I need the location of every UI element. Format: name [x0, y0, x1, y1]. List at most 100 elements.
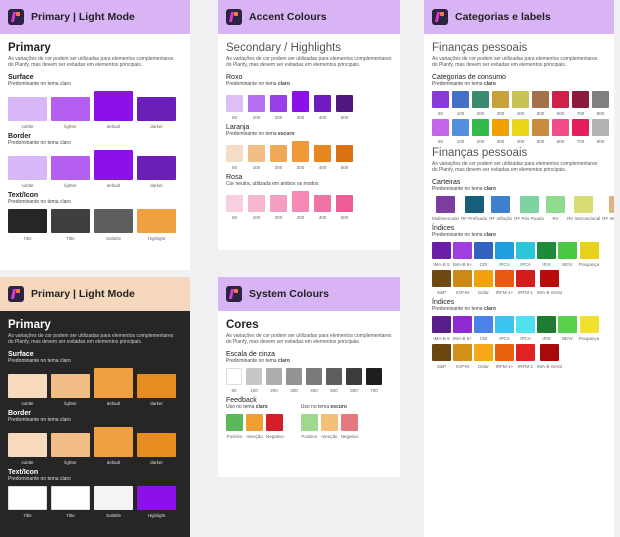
swatch-label: IMA-B 5	[433, 336, 450, 341]
color-swatch: default	[94, 150, 133, 188]
swatch-chip	[453, 316, 472, 333]
swatch-chip	[558, 316, 577, 333]
swatch-label: 400	[516, 111, 525, 116]
planfy-logo-icon	[8, 286, 24, 302]
board-title: Categorias e labels	[455, 11, 551, 23]
group-subtitle: Predominante no tema claro	[8, 476, 71, 482]
color-swatch: darker	[137, 374, 176, 406]
swatch-chip	[94, 486, 133, 510]
swatch-chip	[51, 374, 90, 398]
swatch-chip	[341, 414, 359, 431]
swatch-chip	[248, 145, 265, 162]
swatch-chip	[226, 195, 243, 212]
swatch-label: Poupança	[579, 262, 600, 267]
color-swatch: 400	[314, 195, 331, 220]
color-swatch: 100	[248, 145, 265, 170]
group-title: Feedback	[226, 397, 257, 404]
swatch-label: 300	[296, 165, 305, 170]
swatch-chip	[579, 316, 599, 333]
swatch-label: IFIX	[542, 262, 551, 267]
swatch-label: 400	[318, 115, 327, 120]
swatch-label: 600	[556, 111, 565, 116]
swatch-label: 50	[231, 388, 237, 393]
swatch-label: Atenção	[246, 434, 263, 439]
swatch-groups: Surface Predominante no tema claro subtle l…	[8, 74, 182, 241]
swatch-label: 200	[270, 388, 278, 393]
swatch-label: IPCA	[499, 262, 510, 267]
subtitle-emphasis: claro	[483, 186, 496, 192]
swatch-chip	[472, 91, 489, 108]
swatch-label: Title	[23, 513, 32, 518]
color-swatch: 700	[572, 119, 589, 144]
color-swatch: 50	[226, 145, 243, 170]
group-title: Roxo	[226, 74, 243, 81]
swatch-row: Multimercado RF Prefixado RF Inflação RF Pó…	[432, 196, 614, 221]
swatch-row: IMA-B 5 IMA-B 5+ CDI IPCA IPCA IFIX IBOV Poupan…	[432, 316, 606, 341]
swatch-chip	[453, 270, 472, 287]
section-heading: Secondary / Highlights	[226, 42, 342, 54]
swatch-chip	[436, 196, 455, 213]
color-swatch: IMA-B 5+	[453, 242, 472, 267]
swatch-label: Title	[66, 236, 75, 241]
swatch-chip	[94, 209, 133, 233]
swatch-label: S&P	[436, 364, 446, 369]
swatch-chip	[432, 91, 449, 108]
section-description: As variações de cor podem ser utilizadas…	[8, 333, 174, 345]
color-swatch: S&P	[432, 344, 451, 369]
color-swatch: Atenção	[320, 414, 338, 439]
swatch-label: IBOV	[562, 262, 573, 267]
board-primary-light: Primary | Light Mode Primary As variaçõe…	[0, 0, 190, 270]
swatch-label: subtle	[21, 401, 34, 406]
group-title: Laranja	[226, 124, 250, 131]
swatch-label: 100	[252, 215, 261, 220]
swatch-chip	[495, 242, 514, 259]
swatch-chip	[226, 368, 242, 385]
color-swatch: 300	[292, 191, 309, 220]
swatch-row: subtle lighter default darker	[8, 150, 182, 188]
subtitle-text: Predominante no tema	[432, 232, 484, 238]
planfy-logo-icon	[8, 9, 24, 25]
board-title: Accent Colours	[249, 11, 327, 23]
color-swatch: Positivo	[300, 414, 318, 439]
swatch-chip	[306, 368, 322, 385]
board-title: System Colours	[249, 288, 329, 300]
color-swatch: 200	[270, 195, 287, 220]
group-title: Surface	[8, 74, 34, 81]
group-title: Text/Icon	[8, 192, 39, 199]
swatch-row: subtle lighter default darker	[8, 427, 182, 465]
section-description: As variações de cor podem ser utilizadas…	[226, 56, 392, 68]
swatch-chip	[432, 344, 451, 361]
swatch-chip	[574, 196, 594, 213]
subtitle-emphasis: claro	[483, 232, 496, 238]
subtitle-text: Predominante no tema	[432, 186, 484, 192]
swatch-label: 100	[250, 388, 258, 393]
swatch-label: 200	[274, 165, 283, 170]
color-swatch: 50	[432, 91, 449, 116]
color-swatch: Title	[8, 486, 47, 518]
swatch-chip	[246, 368, 262, 385]
swatch-label: 300	[496, 139, 505, 144]
subtitle-text: Predominante no tema	[226, 131, 278, 137]
swatch-chip	[94, 150, 133, 180]
swatch-chip	[453, 242, 472, 259]
swatch-chip	[8, 97, 47, 121]
swatch-label: IRFM-1	[518, 364, 533, 369]
color-swatch: IRFM-1	[516, 270, 535, 295]
swatch-chip	[474, 270, 493, 287]
swatch-label: subtle	[21, 460, 34, 465]
color-swatch: 100	[246, 368, 262, 393]
color-swatch: RF Pós Fixado	[514, 196, 544, 221]
color-swatch: IMA-B Geral	[537, 344, 562, 369]
swatch-chip	[137, 433, 176, 457]
swatch-chip	[270, 195, 287, 212]
swatch-chip	[537, 242, 556, 259]
color-swatch: IGP-M	[453, 270, 472, 295]
swatch-chip	[579, 242, 599, 259]
swatch-label: RF Prefixado	[461, 216, 488, 221]
color-swatch: Title	[8, 209, 47, 241]
subtitle-text: Predominante no tema	[432, 306, 484, 312]
swatch-label: 600	[556, 139, 565, 144]
color-swatch: 500	[336, 195, 353, 220]
swatch-label: 100	[252, 115, 261, 120]
categorias-content: Finanças pessoais As variações de cor pod…	[424, 34, 614, 369]
